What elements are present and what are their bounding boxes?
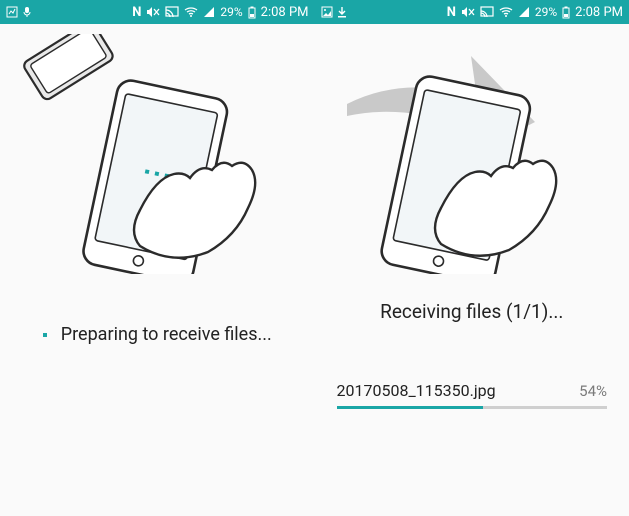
cast-icon	[165, 6, 179, 18]
file-transfer-item: 20170508_115350.jpg 54%	[315, 381, 629, 409]
image-icon	[321, 6, 333, 18]
file-percent: 54%	[579, 382, 607, 400]
progress-bar	[337, 406, 608, 409]
spinner-dot	[43, 333, 47, 337]
nfc-icon: N	[132, 5, 141, 20]
battery-icon	[562, 6, 570, 19]
screen-sending: N 29% 2:08 PM	[0, 0, 315, 516]
cast-icon	[480, 6, 494, 18]
chart-icon	[6, 6, 18, 18]
screen-receiving: N 29% 2:08 PM Receiving files (1/1).	[315, 0, 629, 516]
battery-percent: 29%	[535, 5, 557, 19]
beam-illustration	[0, 24, 315, 284]
preparing-status: Preparing to receive files...	[0, 324, 315, 345]
battery-percent: 29%	[220, 5, 242, 19]
wifi-icon	[184, 6, 198, 18]
download-icon	[337, 6, 347, 18]
signal-icon	[203, 6, 215, 18]
progress-fill	[337, 406, 483, 409]
status-bar: N 29% 2:08 PM	[0, 0, 315, 24]
mute-icon	[461, 6, 475, 18]
receive-illustration	[315, 24, 629, 284]
receiving-header: Receiving files (1/1)...	[315, 300, 629, 323]
mic-icon	[22, 6, 32, 18]
clock-time: 2:08 PM	[261, 5, 309, 20]
nfc-icon: N	[447, 5, 456, 20]
clock-time: 2:08 PM	[575, 5, 623, 20]
preparing-text: Preparing to receive files...	[61, 324, 272, 345]
file-name: 20170508_115350.jpg	[337, 381, 496, 400]
signal-icon	[518, 6, 530, 18]
status-bar: N 29% 2:08 PM	[315, 0, 629, 24]
battery-icon	[248, 6, 256, 19]
mute-icon	[146, 6, 160, 18]
wifi-icon	[499, 6, 513, 18]
